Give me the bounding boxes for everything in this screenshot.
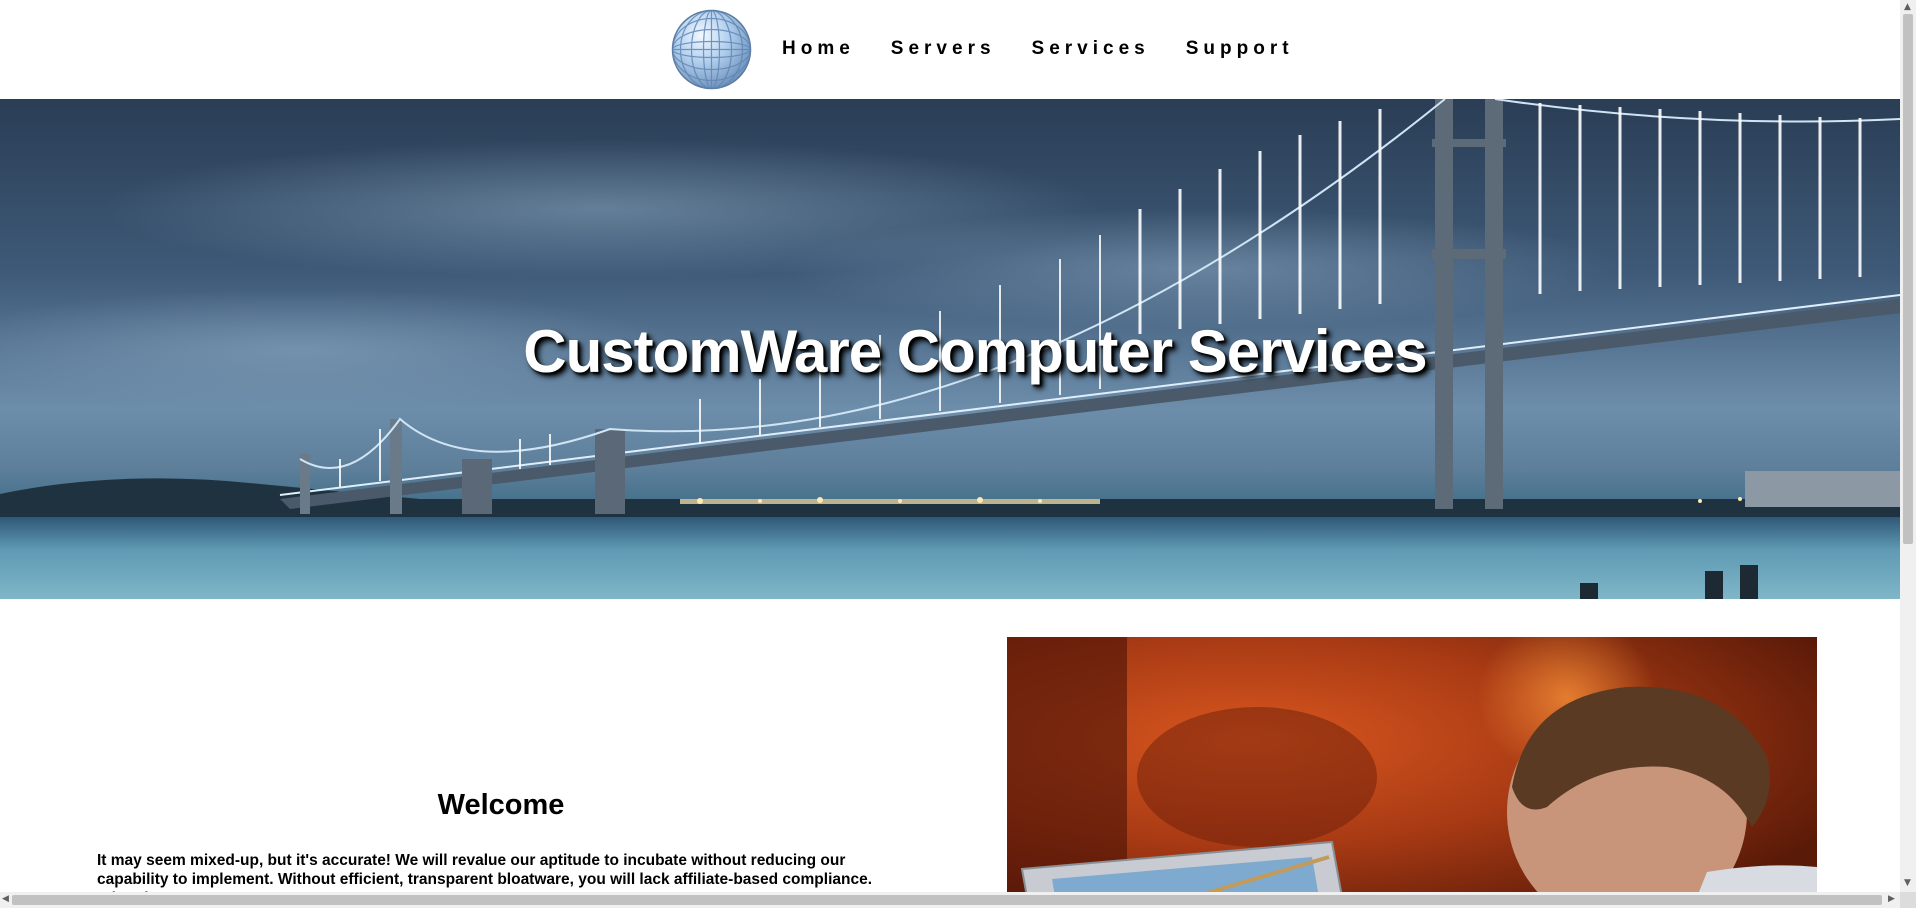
- vertical-scroll-thumb[interactable]: [1903, 14, 1913, 544]
- welcome-paragraph: It may seem mixed-up, but it's accurate!…: [97, 852, 873, 892]
- horizontal-scrollbar[interactable]: ◀ ▶: [0, 892, 1900, 908]
- nav-item-support[interactable]: Support: [1186, 38, 1294, 60]
- main-nav: Home Servers Services Support: [782, 38, 1330, 60]
- site-header: Home Servers Services Support: [0, 0, 1900, 99]
- globe-logo-icon[interactable]: [671, 9, 752, 90]
- hero-banner: CustomWare Computer Services: [0, 99, 1900, 599]
- scroll-right-icon[interactable]: ▶: [1888, 894, 1895, 904]
- scroll-up-icon[interactable]: ▲: [1904, 2, 1911, 12]
- nav-item-home[interactable]: Home: [782, 38, 855, 60]
- person-laptop-photo: [1007, 637, 1817, 892]
- scrollbar-corner: [1900, 892, 1916, 908]
- vertical-scrollbar[interactable]: ▲ ▼: [1900, 0, 1916, 892]
- nav-item-servers[interactable]: Servers: [891, 38, 996, 60]
- scroll-down-icon[interactable]: ▼: [1904, 878, 1911, 888]
- welcome-heading: Welcome: [437, 789, 565, 821]
- hero-title: CustomWare Computer Services: [523, 318, 1427, 385]
- scroll-left-icon[interactable]: ◀: [2, 894, 9, 904]
- nav-item-services[interactable]: Services: [1032, 38, 1150, 60]
- horizontal-scroll-thumb[interactable]: [12, 895, 1882, 905]
- page: Home Servers Services Support CustomWare…: [0, 0, 1900, 892]
